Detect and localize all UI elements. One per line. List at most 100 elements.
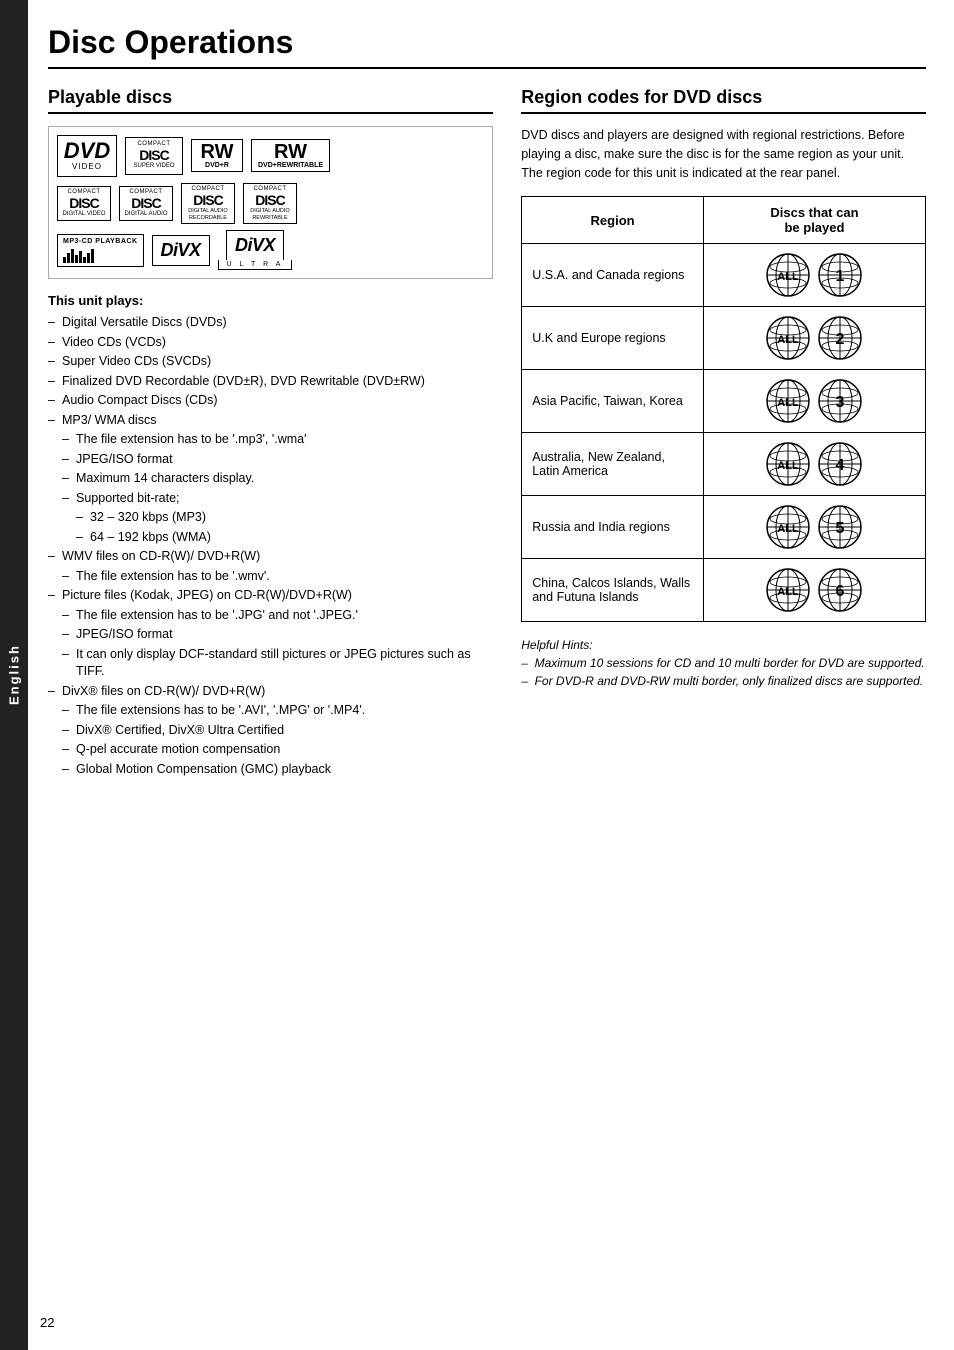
page-title: Disc Operations bbox=[48, 24, 926, 69]
list-item: JPEG/ISO format bbox=[48, 451, 493, 469]
region-name-cell: Asia Pacific, Taiwan, Korea bbox=[522, 370, 704, 433]
numbered-globe-icon: 3 bbox=[817, 378, 863, 424]
mp3-cd-icon: MP3-CD PLAYBACK bbox=[57, 234, 144, 267]
list-item: Maximum 14 characters display. bbox=[48, 470, 493, 488]
table-row: China, Calcos Islands, Walls and Futuna … bbox=[522, 559, 926, 622]
disc-icons-container: DVD VIDEO compact DISC SUPER VIDEO RW bbox=[48, 126, 493, 279]
all-globe-icon: ALL bbox=[765, 441, 811, 487]
hint-1: – Maximum 10 sessions for CD and 10 mult… bbox=[521, 654, 926, 672]
divx-ultra-icon: DiVX U L T R A bbox=[218, 230, 293, 270]
playable-discs-title: Playable discs bbox=[48, 87, 493, 114]
region-discs-cell: ALL 3 bbox=[703, 370, 925, 433]
list-item: 64 – 192 kbps (WMA) bbox=[48, 529, 493, 547]
list-item: It can only display DCF-standard still p… bbox=[48, 646, 493, 681]
table-row: Australia, New Zealand, Latin AmericaALL… bbox=[522, 433, 926, 496]
divx-ultra-label: U L T R A bbox=[218, 260, 293, 270]
page-number: 22 bbox=[40, 1315, 54, 1330]
mp3-bar bbox=[79, 251, 82, 263]
helpful-hints-label: Helpful Hints: bbox=[521, 636, 926, 654]
list-item: The file extension has to be '.wmv'. bbox=[48, 568, 493, 586]
two-col-layout: Playable discs DVD VIDEO compact bbox=[48, 87, 926, 780]
numbered-globe-icon: 5 bbox=[817, 504, 863, 550]
list-item: Video CDs (VCDs) bbox=[48, 334, 493, 352]
mp3-bar bbox=[91, 249, 94, 263]
region-name-cell: U.S.A. and Canada regions bbox=[522, 244, 704, 307]
list-item: MP3/ WMA discs bbox=[48, 412, 493, 430]
side-tab: English bbox=[0, 0, 28, 1350]
list-item: Digital Versatile Discs (DVDs) bbox=[48, 314, 493, 332]
helpful-hints: Helpful Hints: – Maximum 10 sessions for… bbox=[521, 636, 926, 690]
table-row: U.K and Europe regions ALL 2 bbox=[522, 307, 926, 370]
svg-text:ALL: ALL bbox=[778, 397, 800, 409]
region-description: DVD discs and players are designed with … bbox=[521, 126, 926, 182]
region-discs-cell: ALL 1 bbox=[703, 244, 925, 307]
region-name-cell: U.K and Europe regions bbox=[522, 307, 704, 370]
all-globe-icon: ALL bbox=[765, 378, 811, 424]
svg-text:ALL: ALL bbox=[778, 523, 800, 535]
svg-text:ALL: ALL bbox=[778, 334, 800, 346]
cd-digital-audio-icon: compact DISC DIGITAL AUDIO bbox=[119, 186, 173, 222]
table-row: Russia and India regions ALL 5 bbox=[522, 496, 926, 559]
discs-column-header: Discs that canbe played bbox=[703, 197, 925, 244]
region-discs-cell: ALL 4 bbox=[703, 433, 925, 496]
region-discs-cell: ALL 2 bbox=[703, 307, 925, 370]
cd-rewritable-icon: compact DISC DIGITAL AUDIO ReWritable bbox=[243, 183, 297, 225]
right-column: Region codes for DVD discs DVD discs and… bbox=[521, 87, 926, 780]
list-item: The file extension has to be '.mp3', '.w… bbox=[48, 431, 493, 449]
left-column: Playable discs DVD VIDEO compact bbox=[48, 87, 493, 780]
all-globe-icon: ALL bbox=[765, 315, 811, 361]
numbered-globe-icon: 2 bbox=[817, 315, 863, 361]
all-globe-icon: ALL bbox=[765, 567, 811, 613]
list-item: Super Video CDs (SVCDs) bbox=[48, 353, 493, 371]
list-item: DivX® files on CD-R(W)/ DVD+R(W) bbox=[48, 683, 493, 701]
disc-icon-row-2: compact DISC DIGITAL VIDEO compact DISC … bbox=[57, 183, 484, 225]
list-item: Global Motion Compensation (GMC) playbac… bbox=[48, 761, 493, 779]
numbered-globe-icon: 4 bbox=[817, 441, 863, 487]
table-header-row: Region Discs that canbe played bbox=[522, 197, 926, 244]
disc-icon-row-1: DVD VIDEO compact DISC SUPER VIDEO RW bbox=[57, 135, 484, 177]
list-item: 32 – 320 kbps (MP3) bbox=[48, 509, 493, 527]
cd-recordable-icon: compact DISC DIGITAL AUDIO Recordable bbox=[181, 183, 235, 225]
region-column-header: Region bbox=[522, 197, 704, 244]
main-content: Disc Operations Playable discs DVD VIDEO bbox=[28, 0, 954, 1350]
all-globe-icon: ALL bbox=[765, 504, 811, 550]
mp3-bars bbox=[63, 247, 94, 263]
svg-text:ALL: ALL bbox=[778, 460, 800, 472]
svg-text:6: 6 bbox=[836, 583, 845, 600]
region-discs-cell: ALL 6 bbox=[703, 559, 925, 622]
list-item: Finalized DVD Recordable (DVD±R), DVD Re… bbox=[48, 373, 493, 391]
svg-text:2: 2 bbox=[836, 331, 845, 348]
region-codes-title: Region codes for DVD discs bbox=[521, 87, 926, 114]
play-list: Digital Versatile Discs (DVDs) Video CDs… bbox=[48, 314, 493, 778]
page-wrapper: English Disc Operations Playable discs D… bbox=[0, 0, 954, 1350]
list-item: Picture files (Kodak, JPEG) on CD-R(W)/D… bbox=[48, 587, 493, 605]
mp3-bar bbox=[87, 253, 90, 263]
svg-text:1: 1 bbox=[836, 268, 845, 285]
svg-text:4: 4 bbox=[836, 457, 845, 474]
svg-text:3: 3 bbox=[836, 394, 845, 411]
mp3-bar bbox=[83, 257, 86, 263]
svg-text:ALL: ALL bbox=[778, 271, 800, 283]
dvd-rw-icon: RW DVD+ReWritable bbox=[251, 139, 330, 172]
list-item: DivX® Certified, DivX® Ultra Certified bbox=[48, 722, 493, 740]
region-name-cell: China, Calcos Islands, Walls and Futuna … bbox=[522, 559, 704, 622]
mp3-bar bbox=[71, 249, 74, 263]
table-row: U.S.A. and Canada regions ALL 1 bbox=[522, 244, 926, 307]
numbered-globe-icon: 6 bbox=[817, 567, 863, 613]
dvd-video-icon: DVD VIDEO bbox=[57, 135, 117, 177]
list-item: JPEG/ISO format bbox=[48, 626, 493, 644]
all-globe-icon: ALL bbox=[765, 252, 811, 298]
region-discs-cell: ALL 5 bbox=[703, 496, 925, 559]
cd-super-video-icon: compact DISC SUPER VIDEO bbox=[125, 137, 183, 175]
list-item: Audio Compact Discs (CDs) bbox=[48, 392, 493, 410]
region-name-cell: Russia and India regions bbox=[522, 496, 704, 559]
numbered-globe-icon: 1 bbox=[817, 252, 863, 298]
cd-digital-video-icon: compact DISC DIGITAL VIDEO bbox=[57, 186, 111, 222]
list-item: Q-pel accurate motion compensation bbox=[48, 741, 493, 759]
list-item: The file extensions has to be '.AVI', '.… bbox=[48, 702, 493, 720]
list-item: WMV files on CD-R(W)/ DVD+R(W) bbox=[48, 548, 493, 566]
mp3-bar bbox=[63, 257, 66, 263]
divx-icon: DiVX bbox=[152, 235, 210, 266]
region-name-cell: Australia, New Zealand, Latin America bbox=[522, 433, 704, 496]
table-row: Asia Pacific, Taiwan, Korea ALL 3 bbox=[522, 370, 926, 433]
